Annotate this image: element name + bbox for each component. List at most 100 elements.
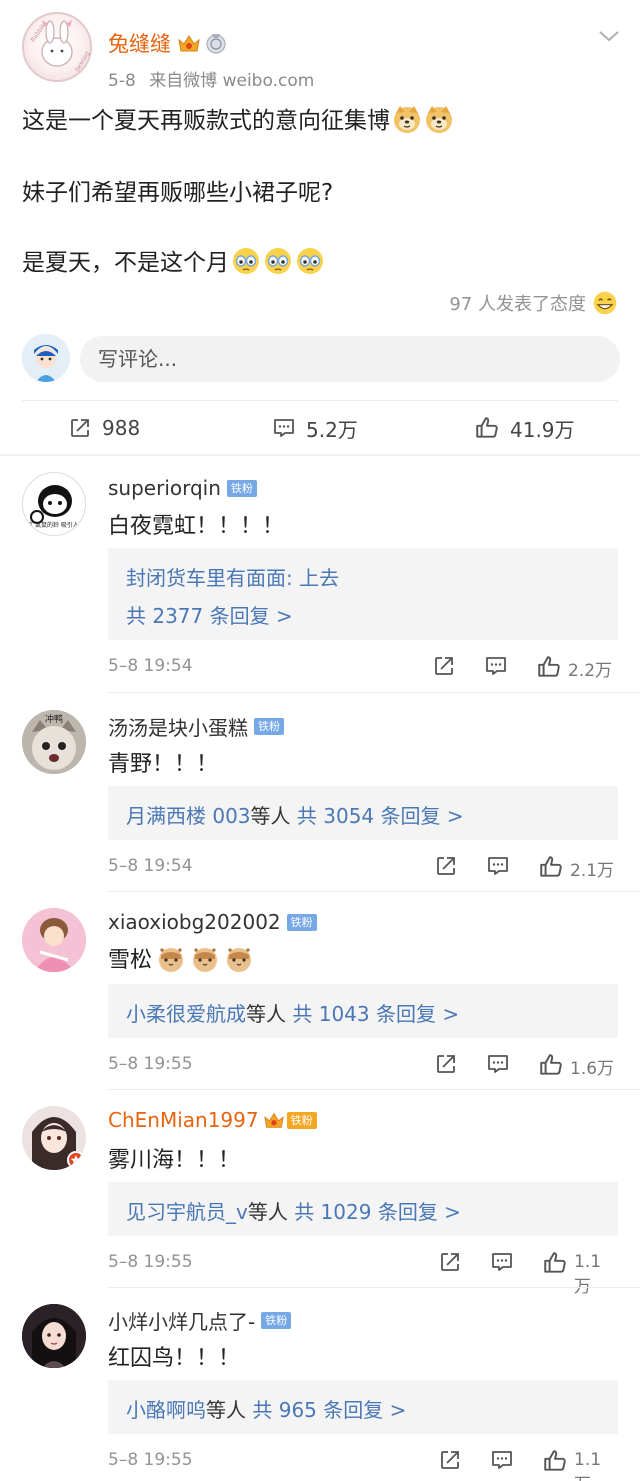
share-icon[interactable] — [438, 1250, 462, 1274]
post-author-name[interactable]: 兔缝缝 — [108, 28, 171, 58]
reply-total-link[interactable]: 共 2377 条回复 > — [126, 600, 293, 629]
avatar-caption: 冲鸭 — [45, 713, 63, 725]
repost-count: 988 — [102, 416, 141, 440]
comment-footer: 5–8 19:54 2.1万 — [108, 852, 618, 882]
thumbs-up-icon[interactable] — [538, 854, 564, 880]
commenter-name-row: 小烊小烊几点了- 铁粉 — [108, 1306, 292, 1335]
comment-text: 青野！！！ — [108, 752, 219, 777]
reply-preview-box[interactable]: 封闭货车里有面面: 上去 共 2377 条回复 > — [108, 548, 618, 640]
reply-preview-box[interactable]: 月满西楼 003等人 共 3054 条回复 > — [108, 786, 618, 840]
thumbs-up-icon[interactable] — [542, 1448, 568, 1474]
commenter-name-row: superiorqin 铁粉 — [108, 476, 257, 500]
comment-footer: 5–8 19:55 1.1万 — [108, 1446, 618, 1481]
commenter-name[interactable]: ChEnMian1997 — [108, 1108, 259, 1132]
comment-text-value: 雪松 — [108, 948, 153, 973]
grin-emoji-icon — [592, 290, 618, 316]
comment-footer: 5–8 19:54 2.2万 — [108, 652, 618, 682]
comment-like-count: 2.1万 — [570, 861, 615, 881]
reply-summary[interactable]: 小柔很爱航成等人 共 1043 条回复 > — [126, 998, 459, 1027]
reply-preview-box[interactable]: 见习宇航员_v等人 共 1029 条回复 > — [108, 1182, 618, 1236]
comment-item: xiaoxiobg202002 铁粉 雪松 小柔很爱航成等人 共 1043 条回… — [0, 892, 640, 1090]
comment-time: 5–8 19:55 — [108, 1450, 193, 1470]
commenter-name[interactable]: 汤汤是块小蛋糕 — [108, 712, 248, 741]
reply-total-link[interactable]: 共 3054 条回复 > — [297, 804, 464, 828]
reply-users[interactable]: 小柔很爱航成 — [126, 1002, 246, 1026]
reply-preview-text[interactable]: 封闭货车里有面面: 上去 — [126, 562, 339, 591]
reply-suffix: 等人 — [246, 1002, 286, 1026]
reply-summary[interactable]: 小酪啊呜等人 共 965 条回复 > — [126, 1394, 406, 1423]
reply-preview-box[interactable]: 小酪啊呜等人 共 965 条回复 > — [108, 1380, 618, 1434]
reply-suffix: 等人 — [247, 1200, 288, 1224]
commenter-name[interactable]: xiaoxiobg202002 — [108, 910, 281, 934]
comment-like-count: 2.2万 — [568, 661, 613, 681]
reply-total-link[interactable]: 共 965 条回复 > — [252, 1398, 406, 1422]
share-icon[interactable] — [434, 1052, 458, 1076]
svg-text:Rabbit: Rabbit — [29, 22, 47, 43]
comment-like-count: 1.6万 — [570, 1059, 615, 1079]
reply-preview-box[interactable]: 小柔很爱航成等人 共 1043 条回复 > — [108, 984, 618, 1038]
post-author-avatar[interactable]: Rabbit Sewing — [22, 12, 92, 82]
fan-badge: 铁粉 — [261, 1312, 292, 1329]
divider — [108, 692, 640, 693]
share-icon[interactable] — [434, 854, 458, 878]
fan-badge: 铁粉 — [286, 1111, 317, 1129]
reply-summary[interactable]: 月满西楼 003等人 共 3054 条回复 > — [126, 800, 464, 829]
commenter-name-row: 汤汤是块小蛋糕 铁粉 — [108, 712, 284, 741]
comment-input[interactable]: 写评论... — [80, 336, 620, 382]
repost-button[interactable]: 988 — [68, 402, 140, 454]
commenter-avatar[interactable] — [22, 1106, 86, 1170]
doge-emoji-icon — [424, 104, 454, 134]
teary-emoji-icon — [231, 246, 261, 276]
like-count: 41.9万 — [510, 417, 575, 442]
vip-crown-icon — [177, 32, 201, 54]
comment-icon[interactable] — [490, 1250, 514, 1274]
comment-item: 冲鸭 汤汤是块小蛋糕 铁粉 青野！！！ 月满西楼 003等人 共 3054 条回… — [0, 694, 640, 892]
my-avatar[interactable] — [22, 334, 70, 382]
comment-icon[interactable] — [490, 1448, 514, 1472]
thumbs-up-icon[interactable] — [536, 654, 562, 680]
post-date: 5-8 — [108, 71, 136, 91]
commenter-avatar[interactable] — [22, 1304, 86, 1368]
reply-total-link[interactable]: 共 1029 条回复 > — [294, 1200, 461, 1224]
commenter-avatar[interactable]: 冲鸭 — [22, 710, 86, 774]
comment-time: 5–8 19:55 — [108, 1054, 193, 1074]
comment-icon[interactable] — [484, 654, 508, 678]
reply-users[interactable]: 月满西楼 003 — [126, 804, 251, 828]
comment-button[interactable]: 5.2万 — [272, 402, 358, 454]
comment-item: ChEnMian1997 铁粉 雾川海！！！ 见习宇航员_v等人 共 1029 … — [0, 1090, 640, 1297]
thumbs-up-icon — [474, 415, 500, 441]
share-icon[interactable] — [438, 1448, 462, 1472]
thumbs-up-icon[interactable] — [538, 1052, 564, 1078]
comment-text: 白夜霓虹！！！！ — [108, 514, 285, 539]
reply-summary[interactable]: 见习宇航员_v等人 共 1029 条回复 > — [126, 1196, 461, 1225]
medal-icon — [205, 32, 227, 54]
commenter-name[interactable]: superiorqin — [108, 476, 221, 500]
commenter-avatar[interactable] — [22, 908, 86, 972]
teary-emoji-icon — [263, 246, 293, 276]
comment-icon — [272, 416, 296, 440]
commenter-avatar[interactable]: 就 这 氣鼠的鈴 吸引人點單 — [22, 472, 86, 536]
cat-emoji-icon — [156, 943, 186, 973]
share-icon[interactable] — [432, 654, 456, 678]
comment-icon[interactable] — [486, 854, 510, 878]
like-button[interactable]: 41.9万 — [474, 402, 575, 454]
commenter-name[interactable]: 小烊小烊几点了- — [108, 1306, 255, 1335]
thumbs-up-icon[interactable] — [542, 1250, 568, 1276]
post-line-3-text: 是夏天，不是这个月 — [22, 250, 229, 276]
chevron-down-icon[interactable] — [598, 28, 620, 44]
comment-like-count: 1.1万 — [574, 1450, 602, 1481]
comment-item: 小烊小烊几点了- 铁粉 红囚鸟！！！ 小酪啊呜等人 共 965 条回复 > 5–… — [0, 1288, 640, 1481]
post-action-bar: 988 5.2万 41.9万 — [0, 402, 640, 454]
teary-emoji-icon — [295, 246, 325, 276]
post-line-2: 妹子们希望再贩哪些小裙子呢? — [22, 180, 334, 206]
share-icon — [68, 416, 92, 440]
reply-users[interactable]: 小酪啊呜 — [126, 1398, 206, 1422]
comment-icon[interactable] — [486, 1052, 510, 1076]
comment-time: 5–8 19:54 — [108, 656, 193, 676]
attitude-summary[interactable]: 97 人发表了态度 — [449, 290, 618, 316]
cat-emoji-icon — [224, 943, 254, 973]
vip-crown-icon — [263, 1110, 285, 1130]
reply-total-link[interactable]: 共 1043 条回复 > — [292, 1002, 459, 1026]
reply-users[interactable]: 见习宇航员_v — [126, 1200, 248, 1224]
attitude-text: 97 人发表了态度 — [449, 294, 586, 315]
